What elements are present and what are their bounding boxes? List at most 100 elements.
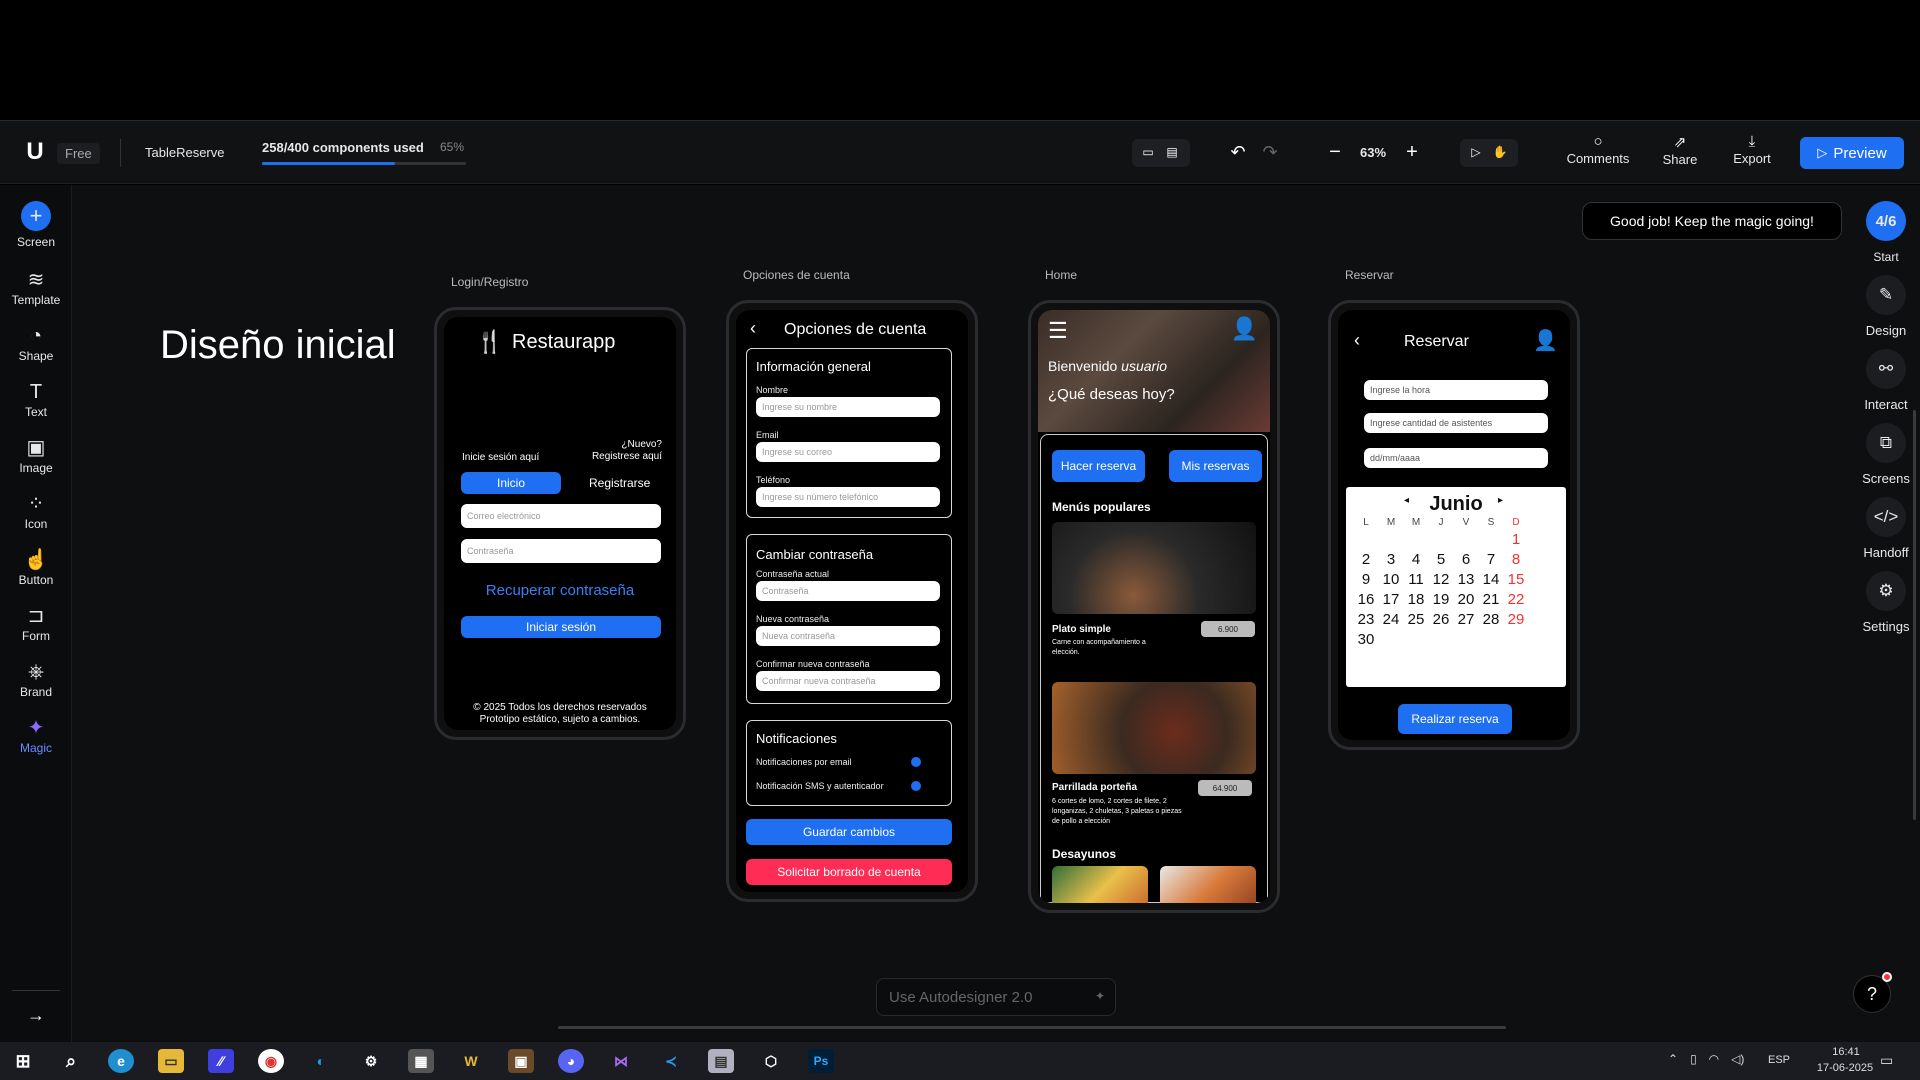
submit-reservation-button[interactable]: Realizar reserva (1398, 704, 1512, 734)
chrome-icon[interactable]: ◉ (258, 1049, 284, 1073)
autodesigner-input[interactable]: Use Autodesigner 2.0 ✦ (876, 978, 1116, 1016)
login-screen[interactable]: 🍴 Restaurapp Inicie sesión aquí ¿Nuevo? … (434, 307, 686, 740)
date-input[interactable]: dd/mm/aaaa (1364, 448, 1548, 468)
guests-input[interactable]: Ingrese cantidad de asistentes (1364, 413, 1548, 433)
new-password-input[interactable]: Nueva contraseña (756, 626, 940, 646)
app-icon-window[interactable]: ▤ (708, 1049, 734, 1073)
frame-label-account[interactable]: Opciones de cuenta (743, 268, 850, 282)
discord-icon[interactable]: ◕ (558, 1049, 584, 1073)
frame-label-login[interactable]: Login/Registro (451, 275, 528, 289)
vertical-scrollbar[interactable] (1913, 410, 1916, 820)
app-icon-blue[interactable]: ∕∕ (208, 1049, 234, 1073)
dish-image-2[interactable] (1052, 682, 1256, 774)
save-changes-button[interactable]: Guardar cambios (746, 819, 952, 845)
magic-button[interactable]: ✦ Magic (0, 717, 72, 755)
email-input[interactable]: Ingrese su correo (756, 442, 940, 462)
share-button[interactable]: ⇗ Share (1650, 133, 1710, 169)
reserve-screen[interactable]: ‹ Reservar 👤 Ingrese la hora Ingrese can… (1328, 300, 1580, 750)
dish-image-1[interactable] (1052, 522, 1256, 614)
zoom-in-icon[interactable]: + (1402, 141, 1422, 163)
calendar-day[interactable]: 29 (1501, 611, 1531, 628)
notif-sms-toggle[interactable] (911, 781, 921, 791)
brand-button[interactable]: ⎈ Brand (0, 661, 72, 699)
preview-button[interactable]: ▷ Preview (1800, 137, 1904, 169)
tab-login[interactable]: Inicio (461, 472, 561, 494)
tab-register[interactable]: Registrarse (589, 476, 650, 490)
notif-email-toggle[interactable] (911, 757, 921, 767)
search-icon[interactable]: ⌕ (58, 1049, 84, 1073)
password-input[interactable]: Contraseña (461, 539, 661, 563)
zoom-level[interactable]: 63% (1360, 145, 1386, 160)
app-icon-circle[interactable]: ◐ (308, 1049, 334, 1073)
calculator-icon[interactable]: ▦ (408, 1049, 434, 1073)
frame-label-reserve[interactable]: Reservar (1345, 268, 1394, 282)
make-reservation-button[interactable]: Hacer reserva (1052, 450, 1145, 482)
calendar-day[interactable]: 30 (1351, 631, 1381, 648)
name-input[interactable]: Ingrese su nombre (756, 397, 940, 417)
next-month-icon[interactable]: ▸ (1498, 495, 1503, 506)
settings-app-icon[interactable]: ⚙ (358, 1049, 384, 1073)
current-password-input[interactable]: Contraseña (756, 581, 940, 601)
screens-button[interactable]: ⧉ Screens (1852, 423, 1920, 486)
project-name[interactable]: TableReserve (145, 145, 225, 160)
back-icon[interactable]: ‹ (1354, 330, 1360, 351)
recover-password-link[interactable]: Recuperar contraseña (444, 582, 676, 599)
uizard-logo[interactable]: U (22, 138, 48, 165)
redo-icon[interactable]: ↷ (1260, 141, 1280, 163)
split-view-icon[interactable]: ▤ (1164, 144, 1180, 160)
visual-studio-icon[interactable]: ⋈ (608, 1049, 634, 1073)
template-button[interactable]: ≋ Template (0, 269, 72, 307)
delete-account-button[interactable]: Solicitar borrado de cuenta (746, 859, 952, 885)
zoom-out-icon[interactable]: − (1325, 141, 1345, 163)
home-screen[interactable]: ☰ 👤 Bienvenido usuario ¿Qué deseas hoy? … (1028, 300, 1280, 913)
hamburger-menu-icon[interactable]: ☰ (1048, 318, 1068, 344)
app-icon-hex[interactable]: ⬡ (758, 1049, 784, 1073)
language-indicator[interactable]: ESP (1768, 1054, 1790, 1066)
confirm-password-input[interactable]: Confirmar nueva contraseña (756, 671, 940, 691)
login-submit-button[interactable]: Iniciar sesión (461, 616, 661, 638)
device-icon[interactable]: ▯ (1690, 1052, 1697, 1070)
email-input[interactable]: Correo electrónico (461, 504, 661, 528)
expand-arrow-icon[interactable]: → (24, 1003, 48, 1027)
windows-start-icon[interactable]: ⊞ (10, 1049, 36, 1073)
design-button[interactable]: ✎ Design (1852, 275, 1920, 338)
button-button[interactable]: ☝ Button (0, 549, 72, 587)
calendar-day[interactable]: 15 (1501, 571, 1531, 588)
breakfast-image-2[interactable] (1160, 866, 1256, 903)
export-button[interactable]: ⤓ Export (1722, 133, 1782, 168)
time-input[interactable]: Ingrese la hora (1364, 380, 1548, 400)
frame-label-home[interactable]: Home (1045, 268, 1077, 282)
add-screen-button[interactable]: + Screen (0, 201, 72, 249)
icon-button[interactable]: ⁘ Icon (0, 493, 72, 531)
shape-button[interactable]: ◔ Shape (0, 325, 72, 363)
settings-button[interactable]: ⚙ Settings (1852, 571, 1920, 634)
clock-time[interactable]: 16:41 (1818, 1046, 1874, 1058)
file-explorer-icon[interactable]: ▭ (158, 1049, 184, 1073)
notifications-icon[interactable]: ▭ (1880, 1052, 1893, 1069)
calendar-day[interactable]: 1 (1501, 531, 1531, 548)
progress-start-button[interactable]: 4/6 Start (1852, 201, 1920, 264)
help-button[interactable]: ? (1853, 972, 1892, 1013)
handoff-button[interactable]: </> Handoff (1852, 497, 1920, 560)
user-icon[interactable]: 👤 (1231, 316, 1258, 342)
calendar-day[interactable]: 8 (1501, 551, 1531, 568)
clock-date[interactable]: 17-06-2025 (1810, 1062, 1880, 1074)
game-icon[interactable]: ▣ (508, 1049, 534, 1073)
design-canvas[interactable]: Diseño inicial Login/Registro 🍴 Restaura… (72, 185, 1852, 1042)
my-reservations-button[interactable]: Mis reservas (1169, 450, 1262, 482)
account-screen[interactable]: ‹ Opciones de cuenta Información general… (726, 300, 978, 902)
form-button[interactable]: ⊐ Form (0, 605, 72, 643)
comments-button[interactable]: ○ Comments (1560, 133, 1636, 168)
desktop-view-icon[interactable]: ▭ (1140, 144, 1156, 160)
user-icon[interactable]: 👤 (1533, 328, 1558, 353)
undo-icon[interactable]: ↶ (1228, 141, 1248, 163)
horizontal-scrollbar[interactable] (558, 1026, 1506, 1029)
calendar-day[interactable]: 22 (1501, 591, 1531, 608)
play-icon[interactable]: ▷ (1468, 144, 1484, 160)
back-icon[interactable]: ‹ (750, 318, 756, 339)
canvas-heading[interactable]: Diseño inicial (160, 323, 396, 368)
chevron-up-icon[interactable]: ⌃ (1668, 1052, 1678, 1070)
volume-icon[interactable]: ◁) (1731, 1052, 1744, 1070)
edge-browser-icon[interactable]: e (108, 1049, 134, 1073)
text-button[interactable]: T Text (0, 381, 72, 419)
